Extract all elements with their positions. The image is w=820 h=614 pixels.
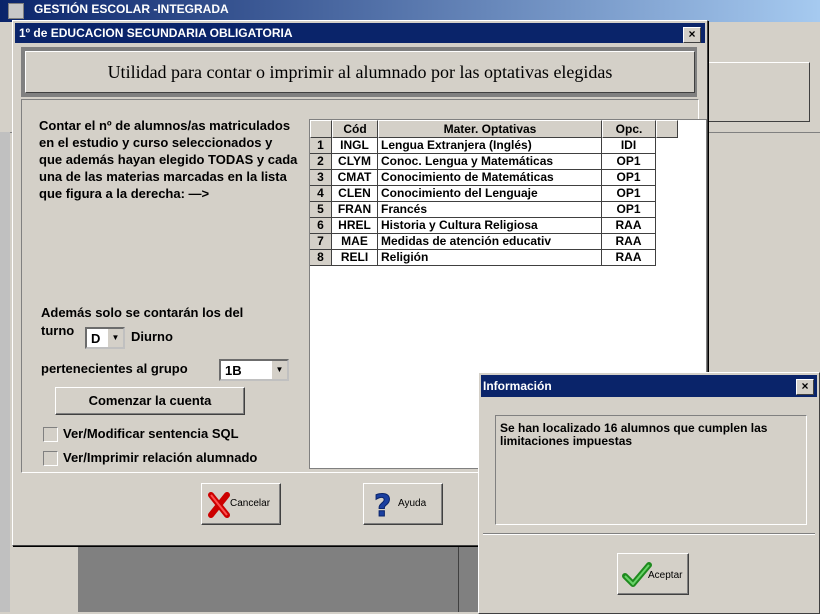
relacion-checkbox-label: Ver/Imprimir relación alumnado	[63, 450, 258, 465]
grid-header-materia[interactable]: Mater. Optativas	[378, 120, 602, 138]
chevron-down-icon[interactable]: ▼	[107, 329, 123, 347]
chevron-down-icon[interactable]: ▼	[271, 361, 287, 379]
grid-row-number[interactable]: 5	[310, 202, 332, 218]
grid-cell-materia[interactable]: Lengua Extranjera (Inglés)	[378, 138, 602, 154]
grid-cell-cod[interactable]: HREL	[332, 218, 378, 234]
turno-text: Diurno	[131, 329, 173, 344]
grid-cell-opc[interactable]: OP1	[602, 170, 656, 186]
grid-cell-opc[interactable]: OP1	[602, 202, 656, 218]
dialog-header-text: Utilidad para contar o imprimir al alumn…	[107, 62, 613, 82]
dialog-title: 1º de EDUCACION SECUNDARIA OBLIGATORIA	[19, 26, 293, 40]
grid-header-opc[interactable]: Opc.	[602, 120, 656, 138]
ademas-label: Además solo se contarán los del	[41, 305, 244, 320]
background-titlebar: GESTIÓN ESCOLAR -INTEGRADA	[0, 0, 820, 22]
grid-row-number[interactable]: 2	[310, 154, 332, 170]
svg-text:?: ?	[374, 490, 391, 518]
ok-label: Aceptar	[648, 570, 683, 581]
relacion-checkbox[interactable]	[43, 451, 58, 466]
grupo-value: 1B	[225, 363, 242, 378]
grid-header-cod[interactable]: Cód	[332, 120, 378, 138]
background-work-area	[78, 545, 458, 612]
grid-cell-cod[interactable]: CLEN	[332, 186, 378, 202]
question-icon: ?	[374, 490, 392, 518]
app-icon	[8, 3, 24, 19]
info-separator	[483, 533, 815, 535]
grid-header-row-num	[310, 120, 332, 138]
grid-cell-opc[interactable]: RAA	[602, 234, 656, 250]
dialog-titlebar: 1º de EDUCACION SECUNDARIA OBLIGATORIA ×	[15, 23, 705, 43]
grupo-label: pertenecientes al grupo	[41, 361, 188, 376]
help-label: Ayuda	[398, 498, 427, 509]
grid-cell-cod[interactable]: RELI	[332, 250, 378, 266]
sql-checkbox[interactable]	[43, 427, 58, 442]
grid-cell-materia[interactable]: Religión	[378, 250, 602, 266]
turno-label: turno	[41, 323, 75, 338]
info-titlebar: Información ×	[481, 375, 817, 397]
grid-cell-opc[interactable]: OP1	[602, 154, 656, 170]
grid-cell-cod[interactable]: INGL	[332, 138, 378, 154]
grid-cell-cod[interactable]: MAE	[332, 234, 378, 250]
help-button[interactable]: ? Ayuda	[363, 483, 443, 525]
background-left-panel	[0, 132, 10, 612]
grid-cell-materia[interactable]: Conocimiento del Lenguaje	[378, 186, 602, 202]
grid-row-number[interactable]: 4	[310, 186, 332, 202]
grid-row-number[interactable]: 6	[310, 218, 332, 234]
grid-cell-materia[interactable]: Conoc. Lengua y Matemáticas	[378, 154, 602, 170]
grid-cell-opc[interactable]: RAA	[602, 218, 656, 234]
comenzar-button[interactable]: Comenzar la cuenta	[55, 387, 245, 415]
grid-header-blank	[656, 120, 678, 138]
grid-cell-cod[interactable]: CMAT	[332, 170, 378, 186]
grid-cell-opc[interactable]: OP1	[602, 186, 656, 202]
grid-cell-materia[interactable]: Francés	[378, 202, 602, 218]
grupo-select[interactable]: 1B ▼	[219, 359, 289, 381]
header-box: Utilidad para contar o imprimir al alumn…	[25, 51, 695, 93]
info-title: Información	[483, 379, 552, 393]
info-message-box: Se han localizado 16 alumnos que cumplen…	[495, 415, 807, 525]
red-x-icon	[208, 492, 230, 518]
cancel-label: Cancelar	[230, 498, 271, 509]
info-message: Se han localizado 16 alumnos que cumplen…	[500, 421, 768, 448]
grid-cell-cod[interactable]: FRAN	[332, 202, 378, 218]
grid-cell-materia[interactable]: Conocimiento de Matemáticas	[378, 170, 602, 186]
sql-checkbox-label: Ver/Modificar sentencia SQL	[63, 426, 239, 441]
comenzar-label: Comenzar la cuenta	[88, 393, 212, 408]
ok-button[interactable]: Aceptar	[617, 553, 689, 595]
grid-row-number[interactable]: 1	[310, 138, 332, 154]
cancel-button[interactable]: Cancelar	[201, 483, 281, 525]
grid-cell-materia[interactable]: Historia y Cultura Religiosa	[378, 218, 602, 234]
information-dialog: Información × Se han localizado 16 alumn…	[478, 372, 820, 614]
background-title: GESTIÓN ESCOLAR -INTEGRADA	[34, 2, 229, 16]
grid-cell-opc[interactable]: IDI	[602, 138, 656, 154]
grid-cell-cod[interactable]: CLYM	[332, 154, 378, 170]
grid-row-number[interactable]: 3	[310, 170, 332, 186]
grid-row-number[interactable]: 7	[310, 234, 332, 250]
close-icon[interactable]: ×	[683, 27, 701, 43]
grid-row-number[interactable]: 8	[310, 250, 332, 266]
turno-value: D	[91, 331, 101, 346]
grid-cell-materia[interactable]: Medidas de atención educativ	[378, 234, 602, 250]
close-icon[interactable]: ×	[796, 379, 814, 395]
description-text: Contar el nº de alumnos/as matriculados …	[39, 118, 298, 201]
grid-cell-opc[interactable]: RAA	[602, 250, 656, 266]
background-toolbar-button[interactable]	[708, 62, 810, 122]
turno-select[interactable]: D ▼	[85, 327, 125, 349]
